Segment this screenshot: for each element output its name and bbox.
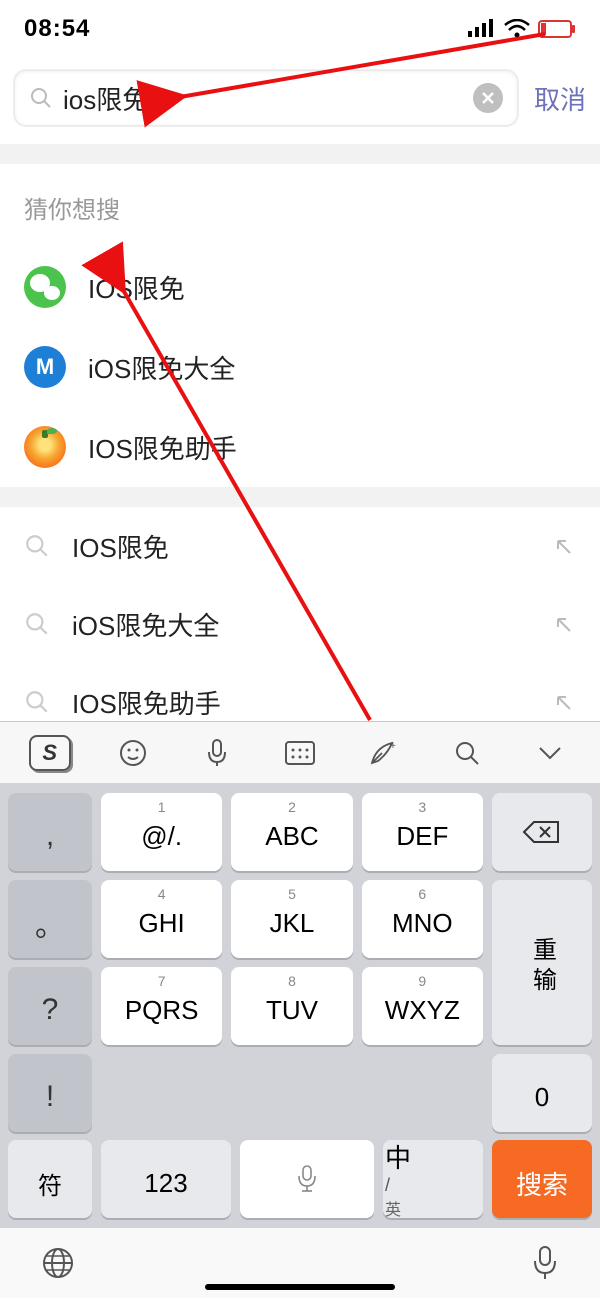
keyboard: S + , 1@/. 2ABC 3DEF 。 4GHI 5JKL 6MNO 重输…: [0, 721, 600, 1298]
key-period[interactable]: 。: [8, 880, 92, 958]
status-time: 08:54: [24, 15, 90, 43]
key-reinput[interactable]: 重输: [492, 880, 592, 1045]
mic-icon[interactable]: [530, 1243, 560, 1283]
app-icon: [24, 426, 66, 468]
wechat-icon: [24, 266, 66, 308]
history-section: IOS限免 iOS限免大全 IOS限免助手: [0, 507, 600, 741]
key-space[interactable]: [240, 1140, 374, 1218]
history-label: IOS限免: [72, 528, 554, 565]
key-9[interactable]: 9WXYZ: [362, 967, 483, 1045]
suggestion-label: IOS限免: [88, 269, 185, 306]
emoji-icon[interactable]: [105, 733, 161, 773]
status-indicators: [468, 19, 576, 39]
home-indicator[interactable]: [205, 1284, 395, 1290]
key-symbol[interactable]: 符: [8, 1140, 92, 1218]
suggestion-item[interactable]: IOS限免: [0, 247, 600, 327]
key-8[interactable]: 8TUV: [231, 967, 352, 1045]
key-3[interactable]: 3DEF: [362, 793, 483, 871]
voice-icon[interactable]: [189, 733, 245, 773]
search-icon[interactable]: [439, 733, 495, 773]
search-icon: [24, 689, 50, 715]
arrow-up-left-icon[interactable]: [554, 535, 576, 557]
sogou-logo-icon[interactable]: S: [22, 733, 78, 773]
key-exclaim[interactable]: !: [8, 1054, 92, 1132]
cellular-icon: [468, 19, 496, 39]
status-bar: 08:54: [0, 0, 600, 58]
key-4[interactable]: 4GHI: [101, 880, 222, 958]
key-7[interactable]: 7PQRS: [101, 967, 222, 1045]
search-icon: [24, 611, 50, 637]
key-backspace[interactable]: [492, 793, 592, 871]
keyboard-toolbar: S +: [0, 721, 600, 783]
search-input[interactable]: [63, 83, 473, 114]
cancel-button[interactable]: 取消: [534, 80, 586, 117]
key-comma[interactable]: ,: [8, 793, 92, 871]
wifi-icon: [504, 19, 530, 39]
keyboard-layout-icon[interactable]: [272, 733, 328, 773]
key-question[interactable]: ?: [8, 967, 92, 1045]
key-search-action[interactable]: 搜索: [492, 1140, 592, 1218]
key-numeric[interactable]: 123: [101, 1140, 231, 1218]
arrow-up-left-icon[interactable]: [554, 691, 576, 713]
key-2[interactable]: 2ABC: [231, 793, 352, 871]
backspace-icon: [522, 818, 562, 846]
app-icon: M: [24, 346, 66, 388]
history-item[interactable]: iOS限免大全: [0, 585, 600, 663]
history-label: IOS限免助手: [72, 684, 554, 721]
suggestion-label: IOS限免助手: [88, 429, 237, 466]
mic-icon: [296, 1164, 318, 1194]
key-language[interactable]: 中/英: [383, 1140, 483, 1218]
search-row: 取消: [0, 58, 600, 144]
search-icon: [24, 533, 50, 559]
history-item[interactable]: IOS限免: [0, 507, 600, 585]
suggestion-item[interactable]: M iOS限免大全: [0, 327, 600, 407]
chevron-down-icon[interactable]: [522, 733, 578, 773]
battery-low-icon: [538, 20, 576, 38]
clear-button[interactable]: [473, 83, 503, 113]
suggestion-label: iOS限免大全: [88, 349, 235, 386]
key-5[interactable]: 5JKL: [231, 880, 352, 958]
suggestion-item[interactable]: IOS限免助手: [0, 407, 600, 487]
key-zero[interactable]: 0: [492, 1054, 592, 1132]
history-label: iOS限免大全: [72, 606, 554, 643]
close-icon: [481, 91, 495, 105]
feather-icon[interactable]: +: [355, 733, 411, 773]
key-6[interactable]: 6MNO: [362, 880, 483, 958]
svg-text:+: +: [390, 741, 396, 752]
search-icon: [29, 86, 53, 110]
globe-icon[interactable]: [40, 1245, 76, 1281]
arrow-up-left-icon[interactable]: [554, 613, 576, 635]
key-1[interactable]: 1@/.: [101, 793, 222, 871]
search-box[interactable]: [14, 70, 518, 126]
section-title: 猜你想搜: [0, 164, 600, 247]
suggestions-section: 猜你想搜 IOS限免 M iOS限免大全 IOS限免助手: [0, 164, 600, 487]
